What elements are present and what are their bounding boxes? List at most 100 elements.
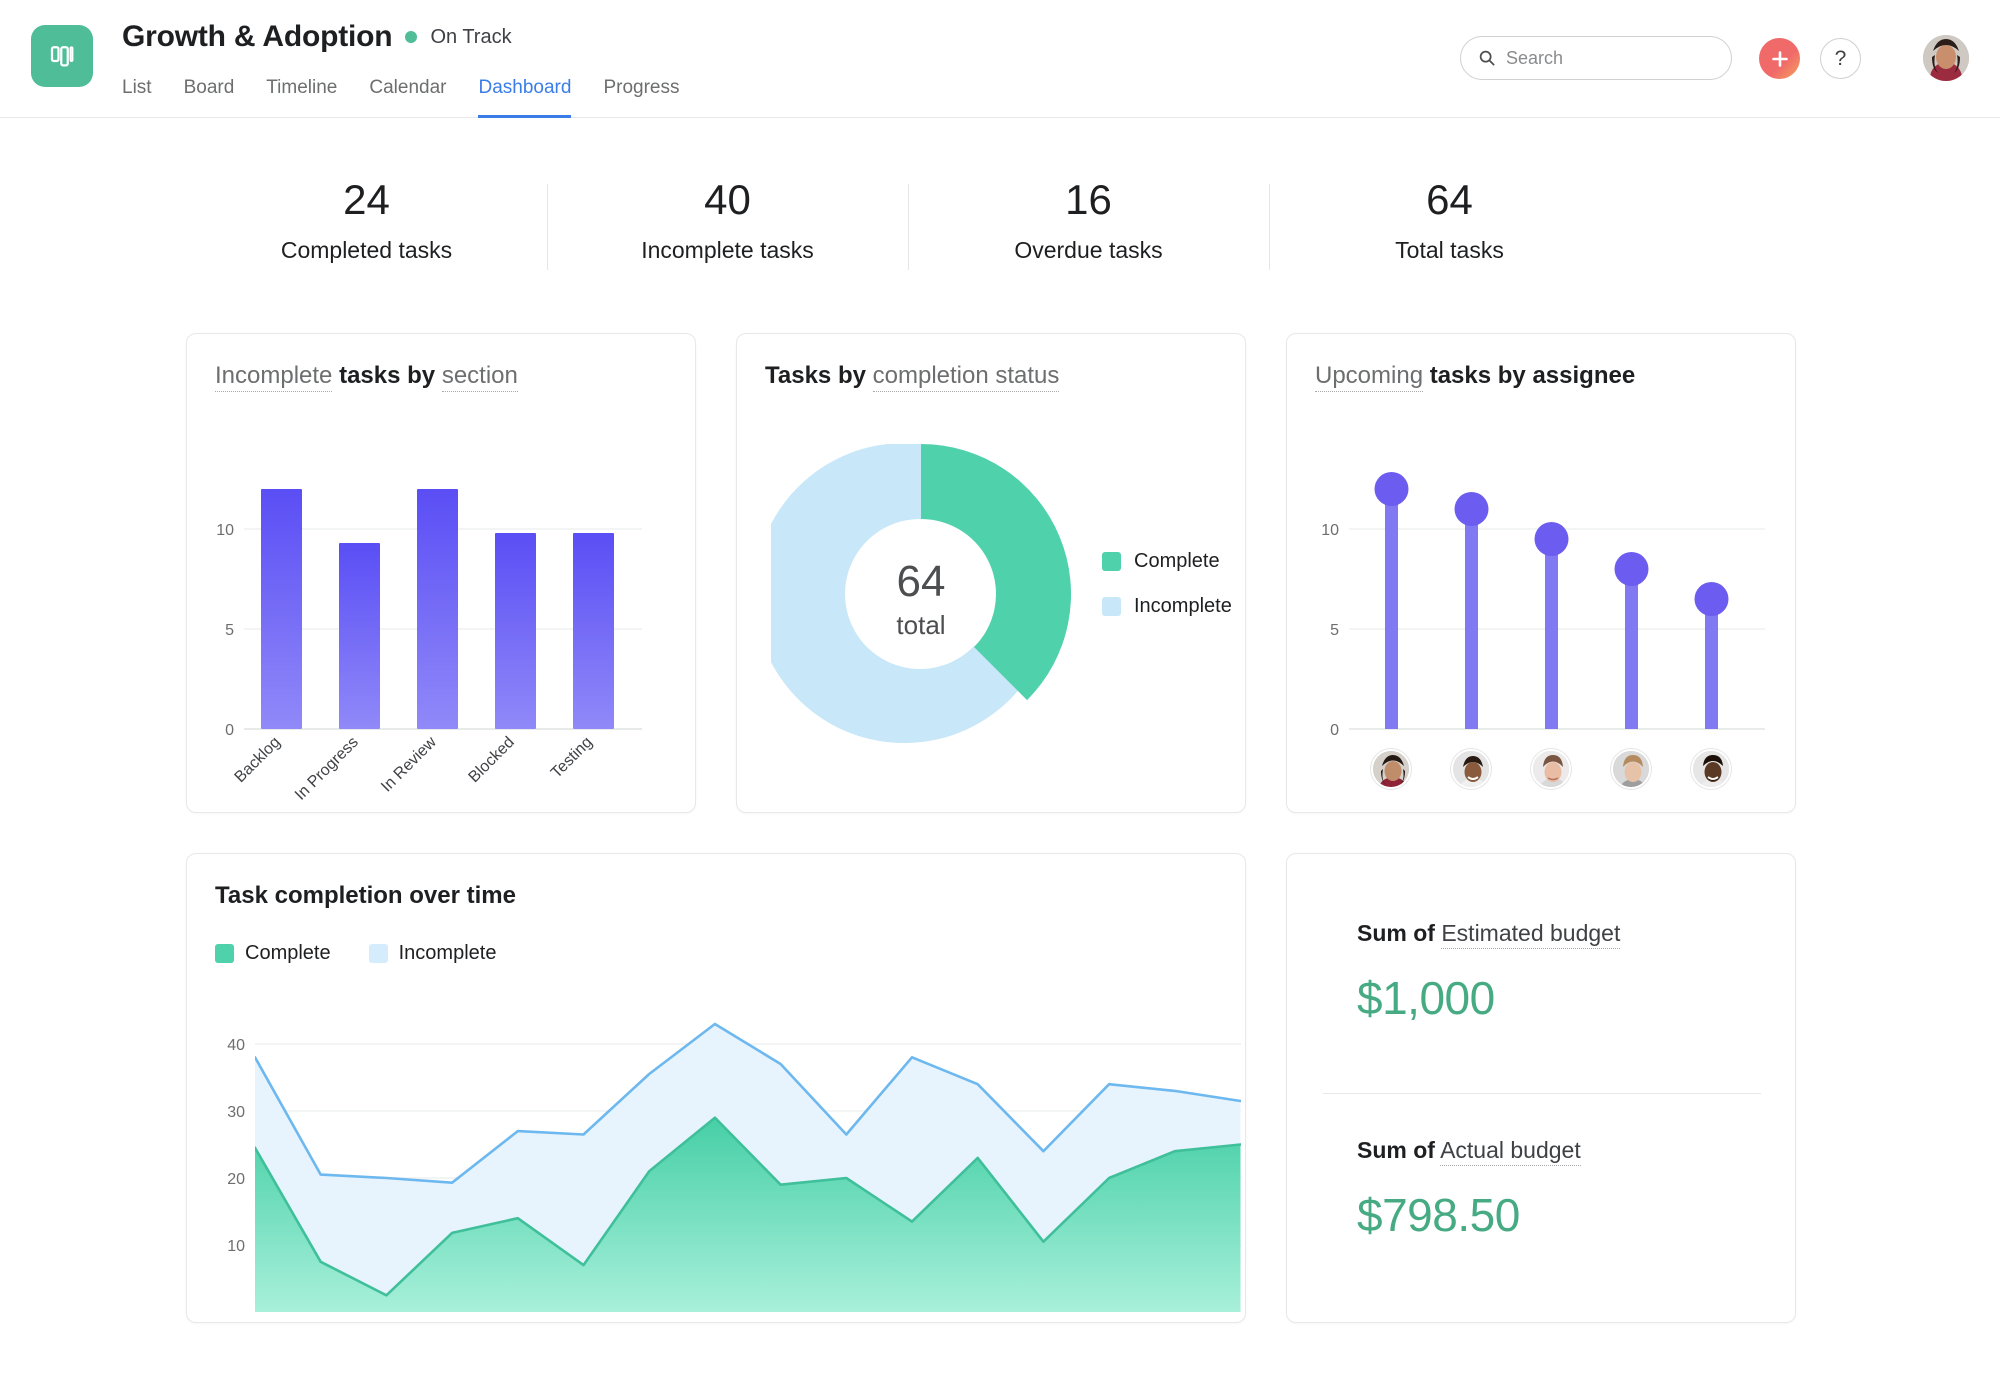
stat-value: 40: [547, 176, 908, 224]
donut-center-label: total: [896, 610, 945, 640]
y-tick-10: 10: [216, 522, 234, 539]
card-title: Incomplete tasks by section: [215, 362, 518, 390]
x-label-in-progress: In Progress: [292, 734, 362, 804]
bar-in-progress[interactable]: [339, 543, 380, 729]
card-title: Upcoming tasks by assignee: [1315, 362, 1635, 390]
tab-calendar[interactable]: Calendar: [369, 77, 446, 118]
legend-swatch-icon: [1102, 552, 1121, 571]
budget-field-name[interactable]: Estimated budget: [1441, 920, 1620, 949]
assignee-avatar-2[interactable]: [1451, 749, 1491, 789]
user-avatar-icon: [1693, 751, 1731, 789]
stat-value: 64: [1269, 176, 1630, 224]
status-dot-icon: [405, 31, 417, 43]
donut-center-value: 64: [897, 557, 946, 606]
bar-in-review[interactable]: [417, 489, 458, 729]
card-title-dimension[interactable]: completion status: [873, 362, 1060, 392]
bar-backlog[interactable]: [261, 489, 302, 729]
card-title-filter[interactable]: Incomplete: [215, 362, 332, 392]
legend-item-incomplete[interactable]: Incomplete: [369, 942, 497, 965]
search-placeholder: Search: [1506, 48, 1563, 69]
tab-progress[interactable]: Progress: [603, 77, 679, 118]
stat-value: 24: [186, 176, 547, 224]
top-bar: Growth & Adoption On Track List Board Ti…: [0, 0, 2000, 118]
budget-label: Sum of Actual budget: [1357, 1137, 1581, 1164]
stat-completed-tasks: 24 Completed tasks: [186, 176, 547, 263]
tab-board[interactable]: Board: [184, 77, 235, 118]
add-button[interactable]: [1759, 38, 1800, 79]
card-tasks-by-completion-status[interactable]: Tasks by completion status 64 total Comp…: [736, 333, 1246, 813]
x-label-testing: Testing: [548, 734, 596, 782]
search-input[interactable]: Search: [1460, 36, 1732, 80]
x-label-backlog: Backlog: [232, 734, 284, 786]
area-chart-svg: 40 30 20 10: [187, 992, 1247, 1322]
card-title: Tasks by completion status: [765, 362, 1059, 390]
legend-item-complete[interactable]: Complete: [215, 942, 331, 965]
stat-value: 16: [908, 176, 1269, 224]
dashboard-page: Growth & Adoption On Track List Board Ti…: [0, 0, 2000, 1374]
view-tabs: List Board Timeline Calendar Dashboard P…: [122, 68, 679, 118]
summary-stats: 24 Completed tasks 40 Incomplete tasks 1…: [186, 160, 1630, 280]
card-title-prefix: Tasks by: [765, 362, 866, 389]
legend-item-incomplete[interactable]: Incomplete: [1102, 595, 1232, 618]
stat-label: Total tasks: [1269, 237, 1630, 264]
budget-label-prefix: Sum of: [1357, 920, 1435, 946]
project-icon[interactable]: [31, 25, 93, 87]
help-button[interactable]: ?: [1820, 38, 1861, 79]
legend-swatch-icon: [369, 944, 388, 963]
tab-timeline[interactable]: Timeline: [266, 77, 337, 118]
y-tick-0: 0: [225, 722, 234, 739]
assignee-avatar-3[interactable]: [1531, 749, 1571, 789]
donut-legend: Complete Incomplete: [1102, 550, 1232, 640]
assignee-avatar-1[interactable]: [1371, 749, 1411, 789]
y-tick-5: 5: [1330, 622, 1339, 639]
budget-value: $798.50: [1357, 1188, 1581, 1242]
bar-blocked[interactable]: [495, 533, 536, 729]
bar-testing[interactable]: [573, 533, 614, 729]
y-tick-10: 10: [227, 1238, 245, 1255]
card-task-completion-over-time[interactable]: Task completion over time Complete Incom…: [186, 853, 1246, 1323]
y-tick-5: 5: [225, 622, 234, 639]
budget-field-name[interactable]: Actual budget: [1440, 1137, 1581, 1166]
lollipop-1[interactable]: [1375, 472, 1409, 729]
card-budget-summary[interactable]: Sum of Estimated budget $1,000 Sum of Ac…: [1286, 853, 1796, 1323]
tab-dashboard[interactable]: Dashboard: [478, 77, 571, 118]
lollipop-chart-svg: 10 5 0: [1287, 426, 1797, 756]
user-avatar-icon: [1923, 35, 1969, 81]
board-icon: [47, 41, 77, 71]
legend-item-complete[interactable]: Complete: [1102, 550, 1232, 573]
budget-row-estimated: Sum of Estimated budget $1,000: [1357, 920, 1620, 1025]
card-incomplete-tasks-by-section[interactable]: Incomplete tasks by section 10 5 0: [186, 333, 696, 813]
tab-list[interactable]: List: [122, 77, 152, 118]
status-badge: On Track: [430, 26, 511, 49]
timeline-legend: Complete Incomplete: [215, 942, 496, 965]
card-title-filter[interactable]: Upcoming: [1315, 362, 1423, 392]
legend-label: Incomplete: [399, 942, 497, 965]
legend-label: Complete: [245, 942, 331, 965]
lollipop-2[interactable]: [1455, 492, 1489, 729]
legend-label: Incomplete: [1134, 595, 1232, 618]
search-icon: [1478, 49, 1496, 67]
lollipop-4[interactable]: [1615, 552, 1649, 729]
card-title: Task completion over time: [215, 882, 516, 910]
card-title-dimension[interactable]: section: [442, 362, 518, 392]
assignee-avatar-4[interactable]: [1611, 749, 1651, 789]
stat-label: Incomplete tasks: [547, 237, 908, 264]
legend-label: Complete: [1134, 550, 1220, 573]
assignee-avatar-5[interactable]: [1691, 749, 1731, 789]
x-label-blocked: Blocked: [466, 734, 518, 786]
avatar[interactable]: [1923, 35, 1969, 81]
user-avatar-icon: [1533, 751, 1571, 789]
project-header: Growth & Adoption On Track: [122, 20, 512, 54]
card-upcoming-tasks-by-assignee[interactable]: Upcoming tasks by assignee 10 5 0: [1286, 333, 1796, 813]
stat-label: Overdue tasks: [908, 237, 1269, 264]
lollipop-5[interactable]: [1695, 582, 1729, 729]
user-avatar-icon: [1613, 751, 1651, 789]
stat-incomplete-tasks: 40 Incomplete tasks: [547, 176, 908, 263]
card-title-text: Task completion over time: [215, 882, 516, 909]
budget-label-prefix: Sum of: [1357, 1137, 1435, 1163]
stat-overdue-tasks: 16 Overdue tasks: [908, 176, 1269, 263]
x-label-in-review: In Review: [378, 733, 440, 795]
card-title-suffix: tasks by assignee: [1430, 362, 1635, 389]
lollipop-3[interactable]: [1535, 522, 1569, 729]
plus-icon: [1769, 48, 1791, 70]
